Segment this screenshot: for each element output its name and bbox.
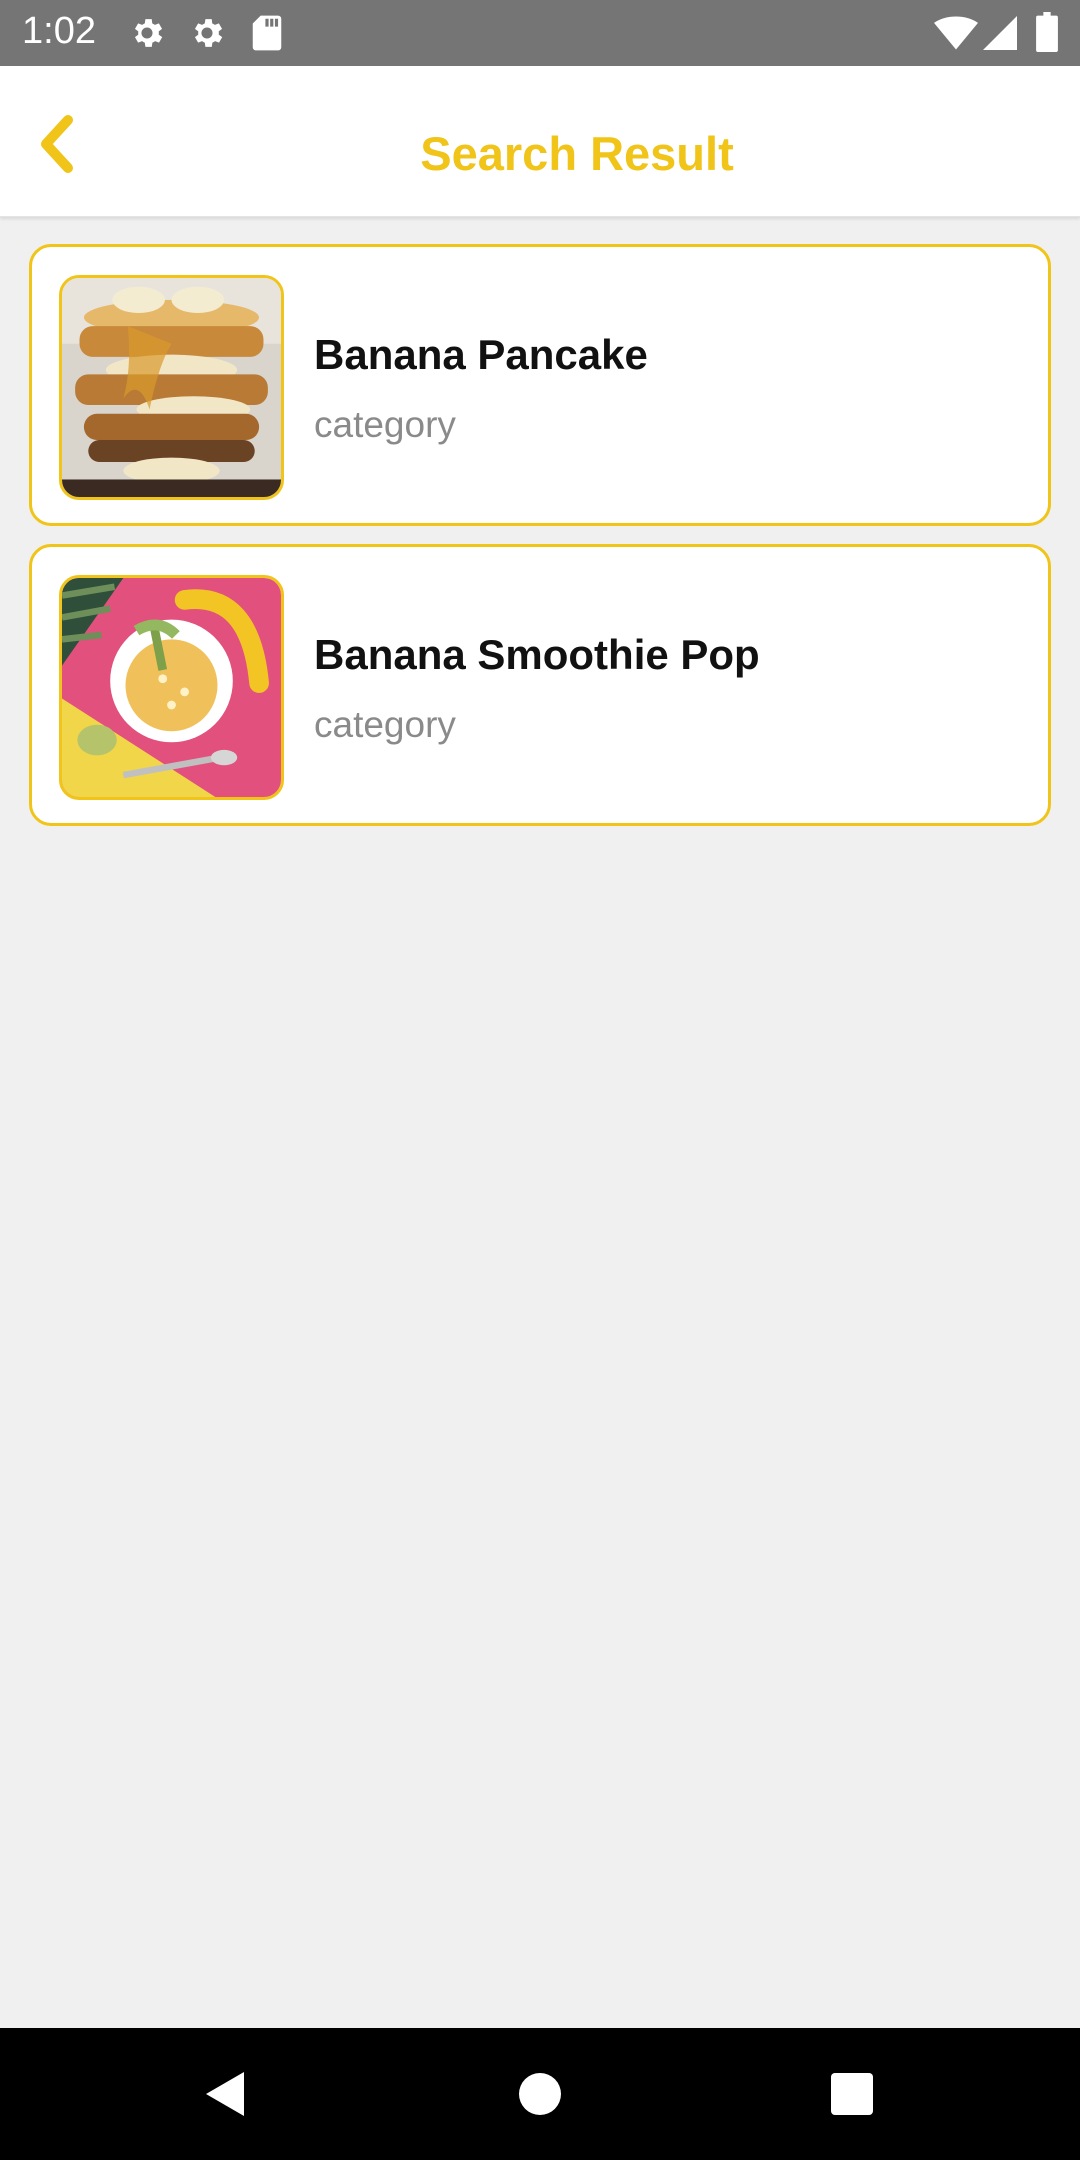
nav-home-button[interactable] [510, 2064, 570, 2124]
result-category: category [314, 404, 456, 445]
banana-pancake-photo [59, 275, 284, 500]
recents-square-icon [831, 2073, 873, 2115]
battery-icon [1036, 12, 1058, 57]
result-category: category [314, 704, 456, 745]
status-bar: 1:02 [0, 0, 1080, 66]
result-card-banana-pancake[interactable]: Banana Pancake category [29, 244, 1051, 526]
result-title: Banana Smoothie Pop [314, 631, 760, 678]
settings-gear-icon [128, 14, 166, 57]
status-time: 1:02 [22, 10, 96, 52]
nav-back-button[interactable] [196, 2064, 256, 2124]
settings-gear-icon [188, 14, 226, 57]
wifi-icon [934, 16, 978, 55]
nav-recents-button[interactable] [822, 2064, 882, 2124]
banana-smoothie-photo [59, 575, 284, 800]
page-title: Search Result [420, 127, 734, 180]
result-card-banana-smoothie-pop[interactable]: Banana Smoothie Pop category [29, 544, 1051, 826]
app-bar: Search Result [0, 66, 1080, 217]
system-nav-bar [0, 2028, 1080, 2160]
result-title: Banana Pancake [314, 331, 648, 378]
back-triangle-icon [206, 2072, 244, 2116]
sd-card-icon [250, 14, 284, 57]
home-circle-icon [519, 2073, 561, 2115]
signal-icon [982, 16, 1018, 55]
